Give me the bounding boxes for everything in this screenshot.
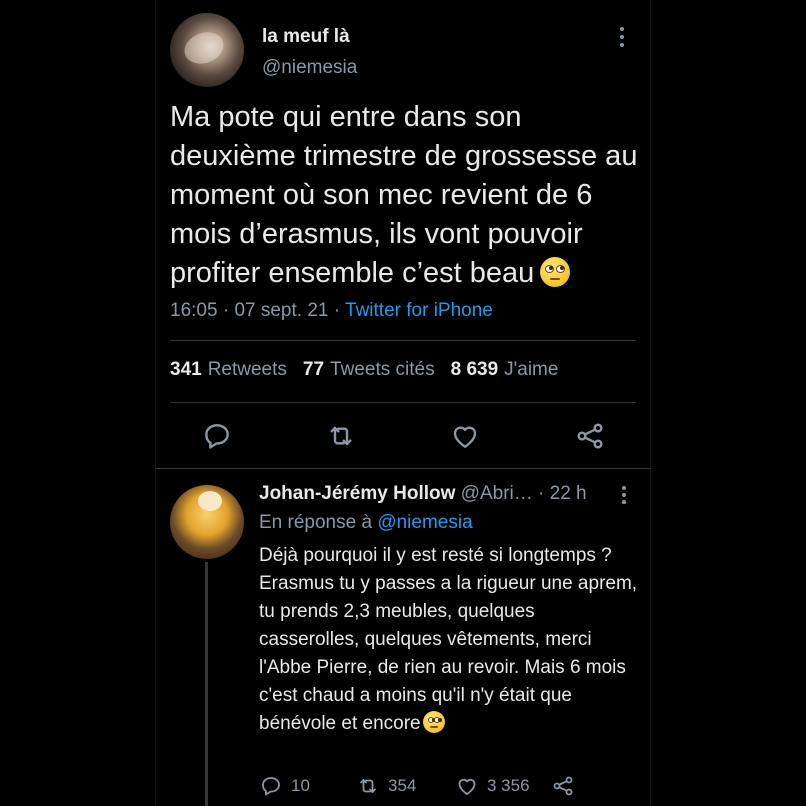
thread-line: [205, 562, 208, 806]
reply-share-button[interactable]: [551, 774, 575, 798]
tweet-body: Ma pote qui entre dans son deuxième trim…: [170, 101, 638, 289]
tweet-meta: 16:05 · 07 sept. 21 · Twitter for iPhone: [170, 300, 493, 322]
display-name[interactable]: la meuf là: [262, 26, 350, 48]
likes-stat[interactable]: 8 639 J'aime: [451, 359, 559, 381]
tweet-stats: 341 Retweets 77 Tweets cités 8 639 J'aime: [170, 359, 558, 381]
share-icon: [553, 776, 573, 796]
reply-time[interactable]: · 22 h: [538, 483, 587, 504]
thinking-face-icon: [422, 711, 445, 733]
tweet-time[interactable]: 16:05: [170, 300, 218, 321]
reply-body: Déjà pourquoi il y est resté si longtemp…: [259, 545, 638, 734]
reply-to-link[interactable]: @niemesia: [377, 512, 472, 533]
tweet-header: la meuf là @niemesia: [170, 12, 640, 88]
reply-handle[interactable]: @Abri…: [461, 483, 533, 504]
reply-more-options-icon[interactable]: [615, 484, 633, 506]
reply-text: Déjà pourquoi il y est resté si longtemp…: [259, 542, 639, 738]
reply-avatar[interactable]: [170, 485, 244, 559]
quotes-stat[interactable]: 77 Tweets cités: [303, 359, 435, 381]
reply-icon[interactable]: [201, 420, 233, 452]
reply-display-name[interactable]: Johan-Jérémy Hollow: [259, 483, 455, 504]
like-count: 3 356: [487, 776, 530, 795]
reply-header: Johan-Jérémy Hollow @Abri… · 22 h: [259, 483, 587, 505]
like-icon[interactable]: [449, 420, 481, 452]
tweet-source[interactable]: Twitter for iPhone: [345, 300, 493, 321]
tweet-text: Ma pote qui entre dans son deuxième trim…: [170, 98, 640, 293]
retweet-icon[interactable]: [325, 420, 357, 452]
like-icon: [458, 778, 476, 795]
quotes-label: Tweets cités: [330, 359, 435, 380]
divider: [155, 468, 651, 469]
reply-like-button[interactable]: 3 356: [455, 774, 530, 798]
reply-prefix: En réponse à: [259, 512, 373, 533]
meta-separator: ·: [333, 300, 341, 321]
avatar[interactable]: [170, 13, 244, 87]
face-with-rolling-eyes-icon: [540, 257, 571, 287]
likes-count: 8 639: [450, 359, 499, 380]
divider: [170, 340, 636, 341]
reply-retweet-button[interactable]: 354: [356, 774, 416, 798]
reply-icon: [262, 777, 280, 796]
tweet-action-bar: [170, 416, 636, 456]
reply-reply-button[interactable]: 10: [259, 774, 310, 798]
share-icon[interactable]: [574, 420, 606, 452]
retweets-count: 341: [170, 359, 202, 380]
meta-separator: ·: [222, 300, 230, 321]
retweet-count: 354: [388, 776, 417, 795]
retweet-icon: [360, 779, 376, 793]
tweet-date[interactable]: 07 sept. 21: [234, 300, 328, 321]
likes-label: J'aime: [504, 359, 559, 380]
divider: [170, 402, 636, 403]
retweets-stat[interactable]: 341 Retweets: [170, 359, 287, 381]
more-options-icon[interactable]: [612, 24, 632, 50]
reply-context: En réponse à @niemesia: [259, 512, 473, 534]
retweets-label: Retweets: [207, 359, 287, 380]
reply-count: 10: [291, 776, 310, 795]
handle[interactable]: @niemesia: [262, 57, 357, 79]
quotes-count: 77: [302, 359, 325, 380]
